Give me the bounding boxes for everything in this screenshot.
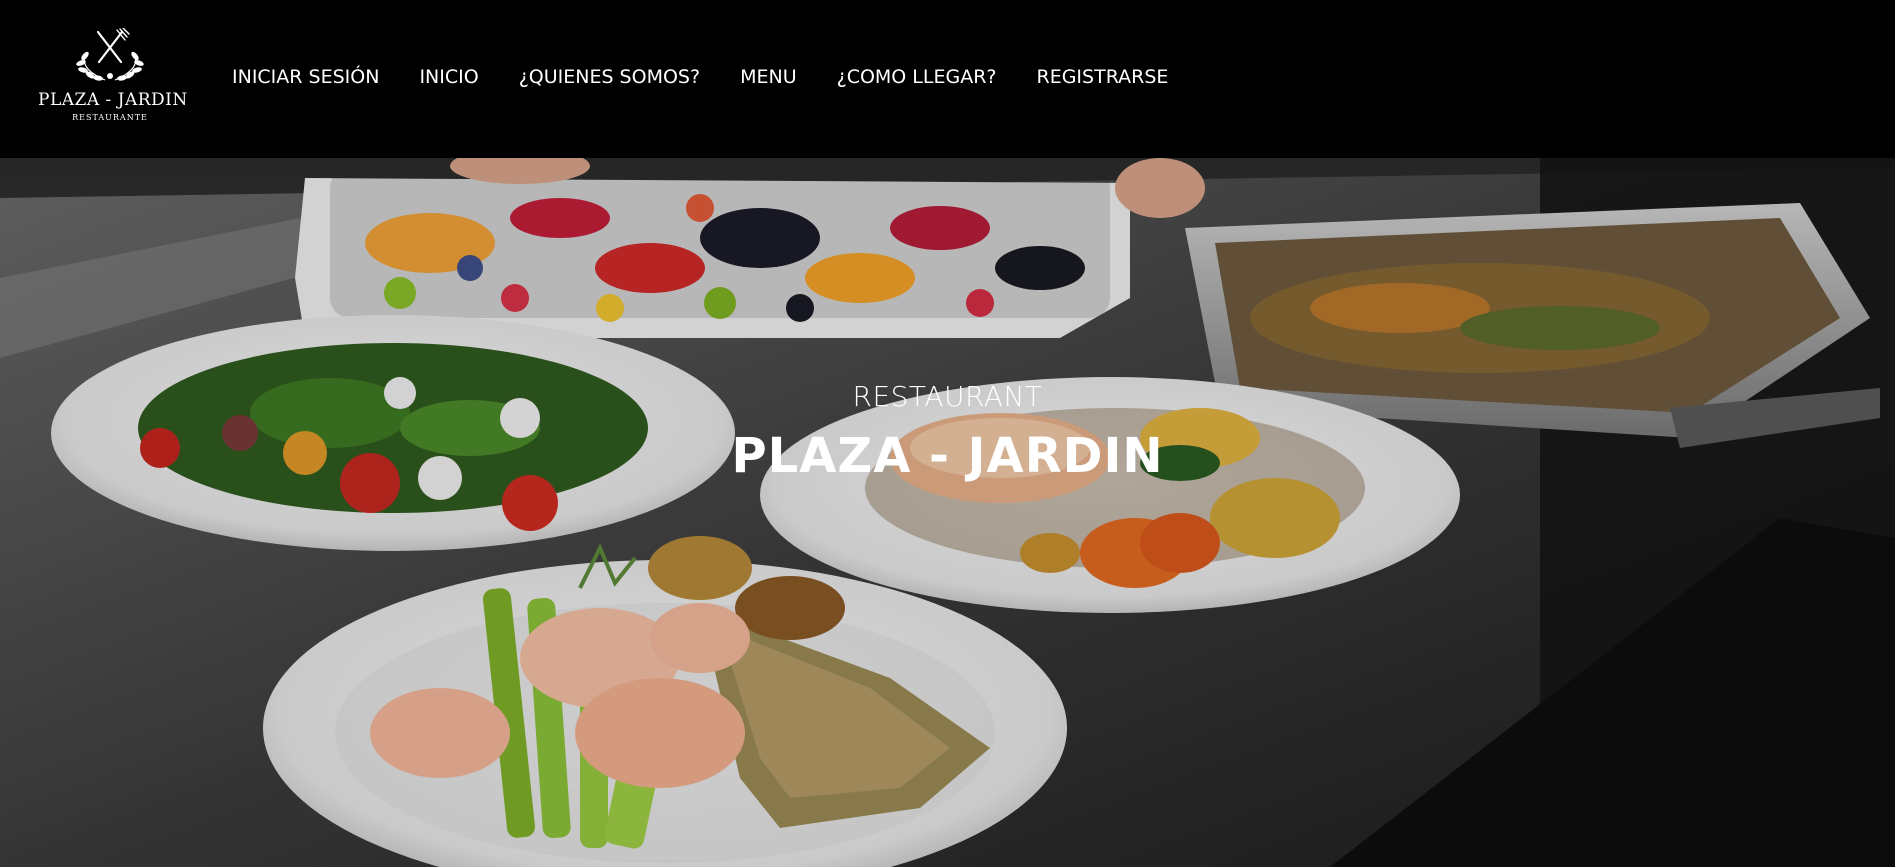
brand-logo[interactable]: PLAZA - JARDIN RESTAURANTE bbox=[38, 28, 188, 136]
nav-menu[interactable]: MENU bbox=[740, 66, 797, 88]
page: PLAZA - JARDIN RESTAURANTE INICIAR SESIÓ… bbox=[0, 0, 1895, 867]
crossed-fork-knife-laurel-icon bbox=[76, 28, 144, 81]
hero-title: PLAZA - JARDIN bbox=[731, 428, 1164, 484]
brand-name: PLAZA - JARDIN bbox=[38, 90, 188, 110]
nav-home[interactable]: INICIO bbox=[419, 66, 478, 88]
top-navigation-bar: PLAZA - JARDIN RESTAURANTE INICIAR SESIÓ… bbox=[0, 0, 1895, 158]
brand-subtitle: RESTAURANTE bbox=[72, 113, 148, 122]
nav-login[interactable]: INICIAR SESIÓN bbox=[232, 66, 379, 88]
nav-register[interactable]: REGISTRARSE bbox=[1037, 66, 1169, 88]
nav-about[interactable]: ¿QUIENES SOMOS? bbox=[519, 66, 700, 88]
hero-eyebrow: RESTAURANT bbox=[852, 380, 1043, 413]
hero-food-image bbox=[0, 158, 1895, 867]
main-nav: INICIAR SESIÓN INICIO ¿QUIENES SOMOS? ME… bbox=[232, 66, 1208, 88]
hero-banner: RESTAURANT PLAZA - JARDIN bbox=[0, 158, 1895, 867]
nav-directions[interactable]: ¿COMO LLEGAR? bbox=[837, 66, 997, 88]
